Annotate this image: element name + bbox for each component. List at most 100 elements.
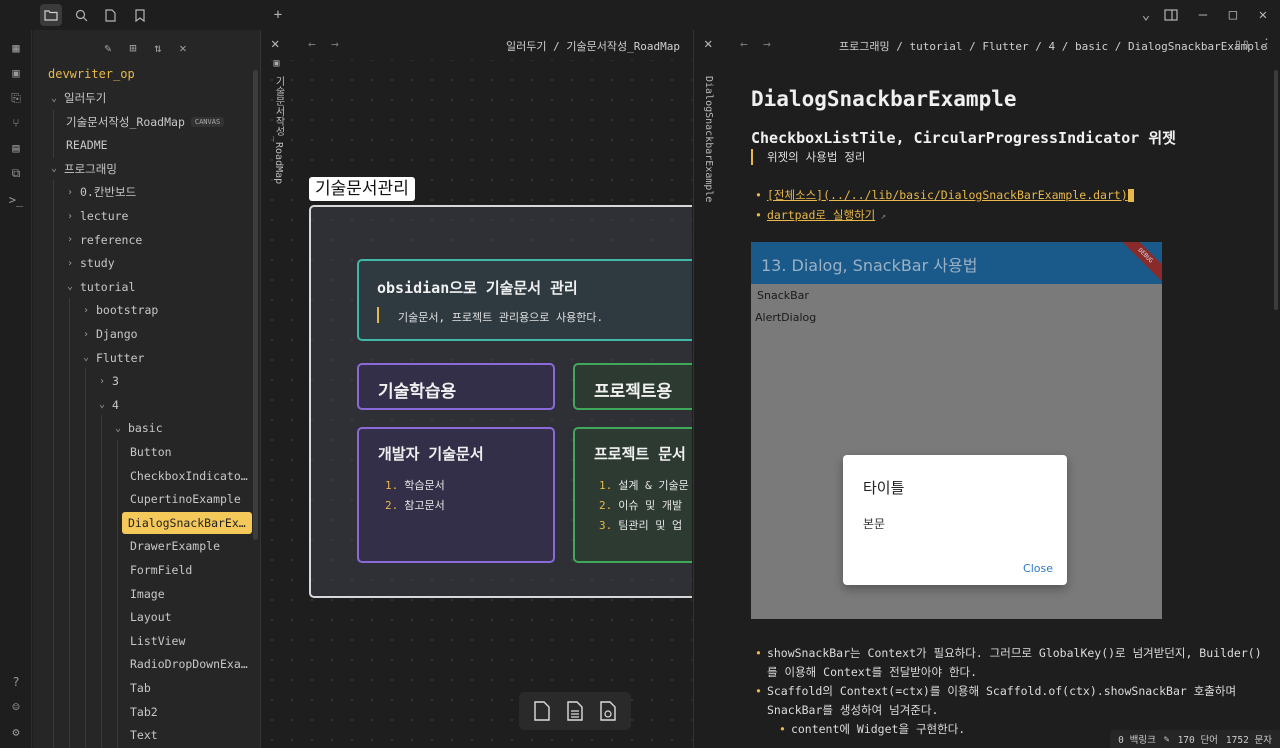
doc-vertical-tab[interactable]: DialogSnackbarExample xyxy=(703,76,714,202)
source-link[interactable]: [전체소스](../../lib/basic/DialogSnackBarExa… xyxy=(767,188,1128,202)
tree-folder[interactable]: ⌄ Flutter xyxy=(80,347,144,369)
help-icon[interactable]: ? xyxy=(6,672,26,692)
chevron-down-icon[interactable]: ⌄ xyxy=(1135,4,1157,26)
tree-folder[interactable]: ⌄ 4 xyxy=(96,394,119,416)
tree-folder[interactable]: ⌄ 프로그래밍 xyxy=(48,158,117,180)
daily-note-icon[interactable]: ▤ xyxy=(6,138,26,158)
tree-file[interactable]: Text xyxy=(128,724,158,746)
forward-icon[interactable]: → xyxy=(331,37,339,52)
card-projdocs[interactable]: 프로젝트 문서 1. 설계 & 기술문 2. 이슈 및 개발 3. 팀관리 및 업 xyxy=(573,427,692,563)
chevron-right-icon[interactable]: › xyxy=(80,305,92,316)
back-icon[interactable]: ← xyxy=(308,37,316,52)
tree-item-label: study xyxy=(80,256,115,271)
tree-folder[interactable]: ⌄ tutorial xyxy=(64,276,135,298)
add-media-icon[interactable] xyxy=(596,699,620,723)
back-icon[interactable]: ← xyxy=(740,37,748,52)
close-pane-icon[interactable]: ✕ xyxy=(704,36,712,52)
tree-folder[interactable]: › bootstrap xyxy=(80,299,158,321)
tree-file[interactable]: DialogSnackBarEx… xyxy=(122,511,252,534)
chevron-right-icon[interactable]: › xyxy=(80,329,92,340)
chevron-right-icon[interactable]: › xyxy=(64,187,76,198)
new-note-icon[interactable]: ✎ xyxy=(98,38,118,58)
chevron-right-icon[interactable]: › xyxy=(64,211,76,222)
chevron-down-icon[interactable]: ⌄ xyxy=(48,93,60,104)
tree-item-canvas[interactable]: 기술문서작성_RoadMap CANVAS xyxy=(64,111,225,133)
card-obsidian[interactable]: obsidian으로 기술문서 관리 기술문서, 프로젝트 관리용으로 사용한다… xyxy=(357,259,692,341)
chevron-down-icon[interactable]: ⌄ xyxy=(112,423,124,434)
tree-item-label: Tab2 xyxy=(130,704,158,719)
canvas-vertical-tab[interactable]: 기술문서작성_RoadMap xyxy=(271,76,286,184)
group-label[interactable]: 기술문서관리 xyxy=(309,177,415,201)
canvas-header: ✕ ← → 일러두기 / 기술문서작성_RoadMap xyxy=(262,30,692,60)
tree-file[interactable]: Layout xyxy=(128,606,172,628)
tree-file[interactable]: Image xyxy=(128,583,165,605)
tree-folder[interactable]: › study xyxy=(64,252,115,274)
add-note-icon[interactable] xyxy=(563,699,587,723)
close-icon[interactable]: ✕ xyxy=(1252,4,1274,26)
chevron-down-icon[interactable]: ⌄ xyxy=(64,281,76,292)
card-project[interactable]: 프로젝트용 xyxy=(573,363,692,410)
sidebar-toggle-icon[interactable] xyxy=(1160,4,1182,26)
bookmark-icon[interactable] xyxy=(129,4,151,26)
dashboard-icon[interactable]: ▦ xyxy=(6,38,26,58)
graph-icon[interactable]: ⑂ xyxy=(6,113,26,133)
collapse-icon[interactable]: ✕ xyxy=(173,38,193,58)
tree-folder[interactable]: › Django xyxy=(80,323,138,345)
chevron-right-icon[interactable]: › xyxy=(64,234,76,245)
doc-title: DialogSnackbarExample xyxy=(751,87,1017,111)
settings-icon[interactable]: ⚙ xyxy=(6,722,26,742)
folder-icon[interactable] xyxy=(40,4,62,26)
card-devdocs[interactable]: 개발자 기술문서 1. 학습문서 2. 참고문서 xyxy=(357,427,555,563)
chevron-down-icon[interactable]: ⌄ xyxy=(96,399,108,410)
doc-scrollbar[interactable] xyxy=(1274,70,1278,310)
chevron-down-icon[interactable]: ⌄ xyxy=(48,163,60,174)
import-icon[interactable]: ⎘ xyxy=(6,88,26,108)
tree-file[interactable]: DrawerExample xyxy=(128,535,220,557)
tree-file[interactable]: FormField xyxy=(128,559,192,581)
tree-file[interactable]: Tab xyxy=(128,677,151,699)
vault-name[interactable]: devwriter_op xyxy=(48,67,135,81)
card-study[interactable]: 기술학습용 xyxy=(357,363,555,410)
close-pane-icon[interactable]: ✕ xyxy=(271,36,279,52)
canvas-group[interactable]: obsidian으로 기술문서 관리 기술문서, 프로젝트 관리용으로 사용한다… xyxy=(309,205,692,598)
tree-file[interactable]: README xyxy=(64,134,108,156)
reading-view-icon[interactable]: ▯▯ xyxy=(1234,37,1250,52)
chevron-right-icon[interactable]: › xyxy=(64,258,76,269)
tree-item-label: DialogSnackBarEx… xyxy=(128,515,246,530)
tree-folder[interactable]: › lecture xyxy=(64,205,128,227)
maximize-icon[interactable]: □ xyxy=(1222,4,1244,26)
tree-folder[interactable]: › 3 xyxy=(96,370,119,392)
minimize-icon[interactable]: – xyxy=(1192,4,1214,26)
tree-file[interactable]: Button xyxy=(128,441,172,463)
copy-icon[interactable]: ⧉ xyxy=(6,163,26,183)
tree-folder[interactable]: › reference xyxy=(64,229,142,251)
canvas-tab-icon[interactable]: ▣ xyxy=(271,58,282,69)
tree-file[interactable]: Tab2 xyxy=(128,701,158,723)
tree-file[interactable]: ListView xyxy=(128,630,185,652)
file-icon[interactable] xyxy=(99,4,121,26)
backlinks-count[interactable]: 0 백링크 xyxy=(1118,732,1156,746)
sidebar-scrollbar[interactable] xyxy=(253,70,258,540)
dartpad-link[interactable]: dartpad로 실행하기 xyxy=(767,208,875,222)
forward-icon[interactable]: → xyxy=(763,37,771,52)
tree-file[interactable]: CupertinoExample xyxy=(128,488,241,510)
sort-icon[interactable]: ⇅ xyxy=(148,38,168,58)
tree-folder[interactable]: ⌄ 일러두기 xyxy=(48,87,106,109)
tree-item-label: Button xyxy=(130,445,172,459)
calendar-icon[interactable]: ▣ xyxy=(6,63,26,83)
new-folder-icon[interactable]: ⊞ xyxy=(123,38,143,58)
plus-icon[interactable]: + xyxy=(267,4,289,26)
tree-file[interactable]: CheckboxIndicato… xyxy=(128,465,248,487)
more-options-icon[interactable]: ⋮ xyxy=(1260,37,1273,52)
tree-folder[interactable]: ⌄ basic xyxy=(112,417,163,439)
list-item-cont: SnackBar를 생성하여 넘겨준다. xyxy=(767,703,939,717)
terminal-icon[interactable]: >_ xyxy=(6,190,26,210)
user-icon[interactable]: ☺ xyxy=(6,697,26,717)
chevron-right-icon[interactable]: › xyxy=(96,376,108,387)
canvas-breadcrumb: 일러두기 / 기술문서작성_RoadMap xyxy=(506,40,681,53)
tree-file[interactable]: RadioDropDownExa… xyxy=(128,653,248,675)
tree-folder[interactable]: › 0.칸반보드 xyxy=(64,181,136,203)
search-icon[interactable] xyxy=(70,4,92,26)
add-card-icon[interactable] xyxy=(530,699,554,723)
chevron-down-icon[interactable]: ⌄ xyxy=(80,352,92,363)
